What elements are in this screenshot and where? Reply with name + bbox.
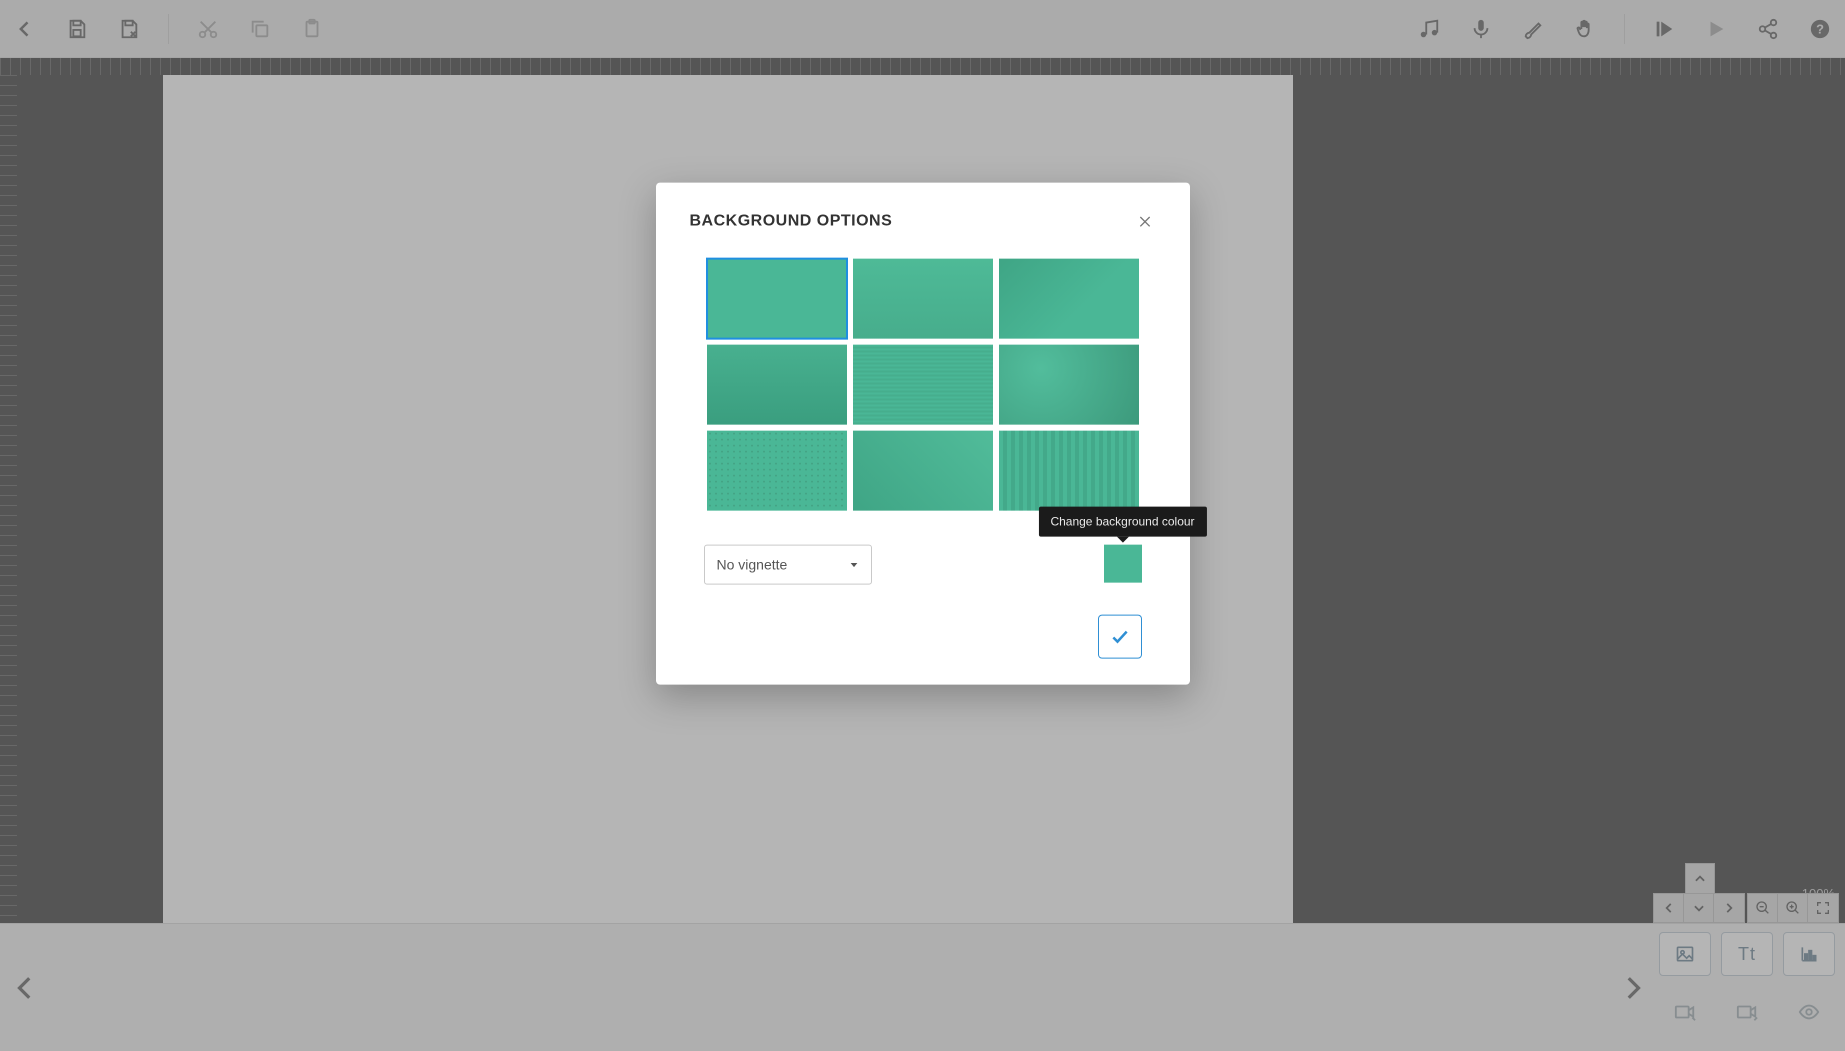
texture-swatch[interactable] xyxy=(999,259,1139,339)
texture-swatch[interactable] xyxy=(853,259,993,339)
texture-swatch[interactable] xyxy=(999,345,1139,425)
texture-swatch[interactable] xyxy=(853,345,993,425)
texture-swatch[interactable] xyxy=(707,431,847,511)
confirm-button[interactable] xyxy=(1098,615,1142,659)
texture-swatch[interactable] xyxy=(707,345,847,425)
background-color-chip[interactable] xyxy=(1104,545,1142,583)
texture-swatch-grid xyxy=(690,259,1156,511)
color-tooltip: Change background colour xyxy=(1038,507,1206,537)
dialog-title: BACKGROUND OPTIONS xyxy=(690,213,893,231)
vignette-select[interactable]: No vignette xyxy=(704,545,872,585)
background-options-dialog: BACKGROUND OPTIONS No vignette Change ba… xyxy=(656,183,1190,685)
texture-swatch[interactable] xyxy=(999,431,1139,511)
vignette-select-value: No vignette xyxy=(717,557,788,573)
texture-swatch[interactable] xyxy=(853,431,993,511)
close-icon[interactable] xyxy=(1134,211,1156,233)
texture-swatch[interactable] xyxy=(707,259,847,339)
